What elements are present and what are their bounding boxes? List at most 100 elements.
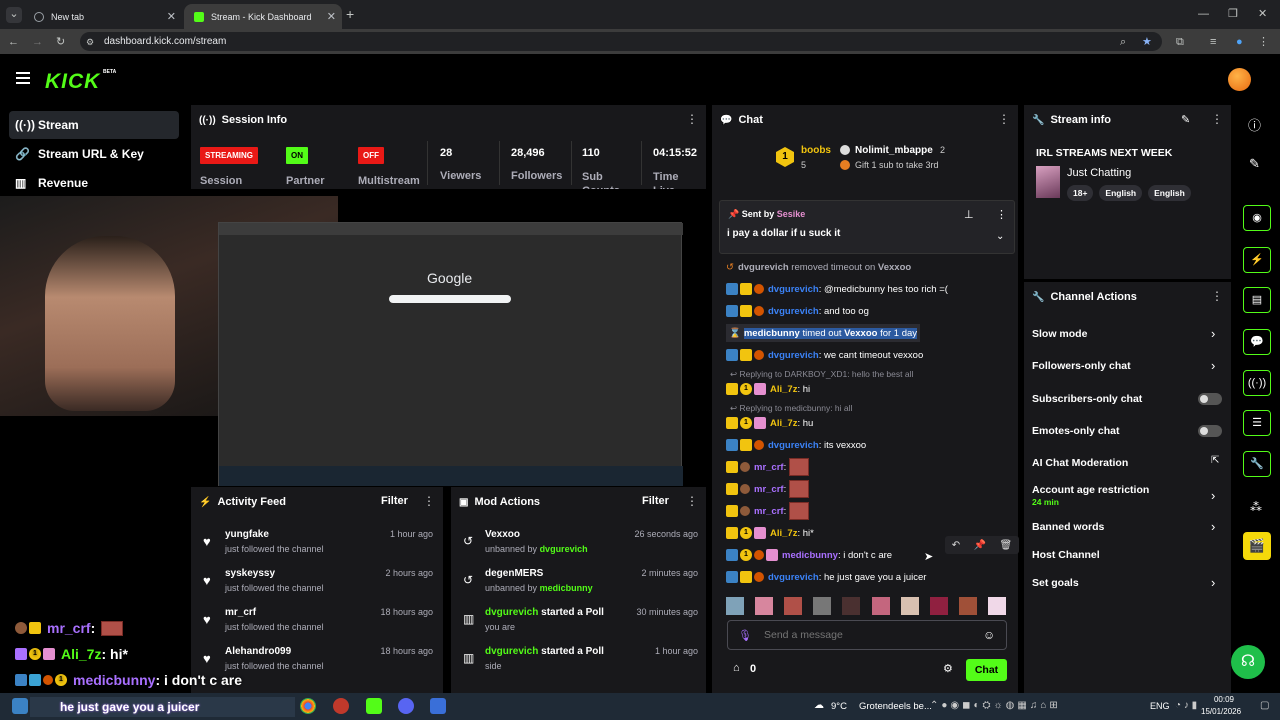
ai-moderation-item[interactable]: AI Chat Moderation bbox=[1032, 457, 1128, 469]
emote-image[interactable] bbox=[842, 597, 861, 615]
tab-kick-dashboard[interactable]: Stream - Kick Dashboard ✕ bbox=[184, 4, 342, 29]
chat-settings-icon[interactable]: ⚙ bbox=[943, 662, 953, 675]
mod-target[interactable]: Vexxoo bbox=[485, 529, 520, 540]
chat-user[interactable]: medicbunny bbox=[782, 550, 838, 561]
mod-user[interactable]: medicbunny bbox=[540, 583, 593, 593]
reply-icon[interactable]: ↶ bbox=[952, 540, 960, 551]
external-link-icon[interactable]: ⇱ bbox=[1211, 455, 1219, 466]
chat-user[interactable]: dvgurevich bbox=[768, 306, 819, 317]
chat-user[interactable]: Vexxoo bbox=[878, 262, 911, 273]
chat-action-button[interactable]: 💬 bbox=[1243, 329, 1271, 355]
chat-message[interactable]: 1 Ali_7z: hi bbox=[726, 380, 810, 398]
close-tab-icon[interactable]: ✕ bbox=[167, 10, 176, 23]
chat-user[interactable]: dvgurevich bbox=[768, 284, 819, 295]
emote-image[interactable] bbox=[784, 597, 803, 615]
chat-message[interactable]: dvgurevich: @medicbunny hes too rich =( bbox=[726, 280, 948, 298]
pinned-options-icon[interactable]: ⋮ bbox=[996, 208, 1007, 221]
notes-action-button[interactable]: ▤ bbox=[1243, 287, 1271, 313]
bookmark-star-icon[interactable]: ★ bbox=[1142, 35, 1152, 49]
kick-app-icon[interactable] bbox=[366, 698, 382, 714]
activity-user[interactable]: mr_crf bbox=[225, 607, 256, 618]
media-icon[interactable]: ≡ bbox=[1210, 35, 1216, 49]
integrations-icon[interactable]: ⁂ bbox=[1250, 500, 1262, 514]
set-goals-item[interactable]: Set goals bbox=[1032, 577, 1079, 589]
category-name[interactable]: Just Chatting bbox=[1067, 167, 1131, 179]
more-options-icon[interactable]: ⋮ bbox=[686, 113, 698, 125]
emote-image[interactable] bbox=[726, 597, 744, 615]
address-bar[interactable]: dashboard.kick.com/stream bbox=[80, 32, 1162, 51]
category-thumbnail[interactable] bbox=[1036, 166, 1060, 198]
maximize-icon[interactable]: ❐ bbox=[1228, 7, 1238, 21]
chat-message[interactable]: 1 Ali_7z: hu bbox=[726, 414, 813, 432]
chat-input-box[interactable]: 🎙 ☺ bbox=[727, 620, 1007, 650]
emote-image[interactable] bbox=[900, 597, 919, 615]
emote-image[interactable] bbox=[755, 597, 774, 615]
layout-action-button[interactable]: ☰ bbox=[1243, 410, 1271, 436]
chat-user[interactable]: mr_crf bbox=[754, 484, 784, 495]
chevron-right-icon[interactable]: › bbox=[1211, 358, 1215, 373]
clapperboard-button[interactable]: 🎬 bbox=[1243, 532, 1271, 560]
emote-image[interactable] bbox=[871, 597, 890, 615]
clock-date[interactable]: 15/01/2026 bbox=[1201, 707, 1241, 716]
close-tab-icon[interactable]: ✕ bbox=[327, 10, 336, 23]
more-options-icon[interactable]: ⋮ bbox=[686, 495, 698, 507]
delete-icon[interactable]: 🗑 bbox=[1000, 540, 1013, 551]
chat-message[interactable]: dvgurevich: and too og bbox=[726, 302, 869, 320]
pin-icon[interactable]: 📌 bbox=[974, 540, 986, 551]
user-avatar[interactable] bbox=[1228, 68, 1251, 91]
weather-text[interactable]: Grotendeels be... bbox=[859, 701, 932, 712]
chat-message[interactable]: 1 Ali_7z: hi* bbox=[726, 524, 814, 542]
network-icon[interactable]: ◔ ♪ ▮ bbox=[1175, 700, 1197, 711]
notifications-icon[interactable]: ▢ bbox=[1260, 700, 1269, 711]
app-icon[interactable] bbox=[430, 698, 446, 714]
camera-action-button[interactable]: ◉ bbox=[1243, 205, 1271, 231]
emote-image[interactable] bbox=[789, 480, 810, 498]
filter-button[interactable]: Filter bbox=[381, 495, 408, 507]
chevron-right-icon[interactable]: › bbox=[1211, 519, 1215, 534]
emotes-only-toggle[interactable] bbox=[1198, 425, 1222, 437]
send-chat-button[interactable]: Chat bbox=[966, 659, 1007, 681]
chat-user[interactable]: dvgurevich bbox=[738, 262, 789, 273]
banned-words-item[interactable]: Banned words bbox=[1032, 521, 1104, 533]
chat-message[interactable]: dvgurevich: its vexxoo bbox=[726, 436, 866, 454]
emote-image[interactable] bbox=[789, 502, 810, 520]
chat-user[interactable]: Ali_7z bbox=[770, 528, 797, 539]
emote-image[interactable] bbox=[813, 597, 832, 615]
back-icon[interactable]: ← bbox=[8, 35, 19, 49]
more-options-icon[interactable]: ⋮ bbox=[1211, 290, 1223, 302]
chat-message[interactable]: mr_crf: bbox=[726, 502, 810, 520]
pen-icon[interactable]: ✎ bbox=[1249, 156, 1260, 172]
more-options-icon[interactable]: ⋮ bbox=[1211, 113, 1223, 125]
zoom-icon[interactable]: ⌕ bbox=[1120, 35, 1126, 49]
host-channel-item[interactable]: Host Channel bbox=[1032, 549, 1100, 561]
tag-badge[interactable]: 18+ bbox=[1067, 185, 1094, 201]
filter-button[interactable]: Filter bbox=[642, 495, 669, 507]
minimize-icon[interactable]: — bbox=[1198, 7, 1209, 21]
mod-target[interactable]: degenMERS bbox=[485, 568, 543, 579]
pinned-by-user[interactable]: Sesike bbox=[777, 209, 806, 219]
emote-image[interactable] bbox=[789, 458, 810, 476]
chat-user[interactable]: Vexxoo bbox=[844, 327, 878, 339]
chevron-right-icon[interactable]: › bbox=[1211, 326, 1215, 341]
language-indicator[interactable]: ENG bbox=[1150, 701, 1170, 711]
support-chat-button[interactable]: ☊ bbox=[1231, 645, 1265, 679]
forward-icon[interactable]: → bbox=[32, 35, 43, 49]
account-age-item[interactable]: Account age restriction bbox=[1032, 484, 1149, 496]
more-options-icon[interactable]: ⋮ bbox=[998, 113, 1010, 125]
followers-only-item[interactable]: Followers-only chat bbox=[1032, 360, 1131, 372]
tag-badge[interactable]: English bbox=[1099, 185, 1143, 201]
slow-mode-item[interactable]: Slow mode bbox=[1032, 328, 1087, 340]
chevron-right-icon[interactable]: › bbox=[1211, 488, 1215, 503]
more-options-icon[interactable]: ⋮ bbox=[423, 495, 435, 507]
subscribers-only-toggle[interactable] bbox=[1198, 393, 1222, 405]
weather-temp[interactable]: 9°C bbox=[831, 701, 847, 712]
chat-user[interactable]: mr_crf bbox=[754, 462, 784, 473]
chevron-right-icon[interactable]: › bbox=[1211, 575, 1215, 590]
microphone-icon[interactable]: 🎙 bbox=[738, 629, 752, 642]
tag-badge[interactable]: English bbox=[1148, 185, 1191, 201]
profile-extension-icon[interactable]: ● bbox=[1236, 35, 1243, 49]
emoji-picker-icon[interactable]: ☺ bbox=[983, 628, 995, 642]
clock-time[interactable]: 00:09 bbox=[1211, 695, 1237, 704]
mod-user[interactable]: dvgurevich bbox=[485, 646, 538, 657]
gifter-name[interactable]: boobs bbox=[801, 145, 831, 156]
